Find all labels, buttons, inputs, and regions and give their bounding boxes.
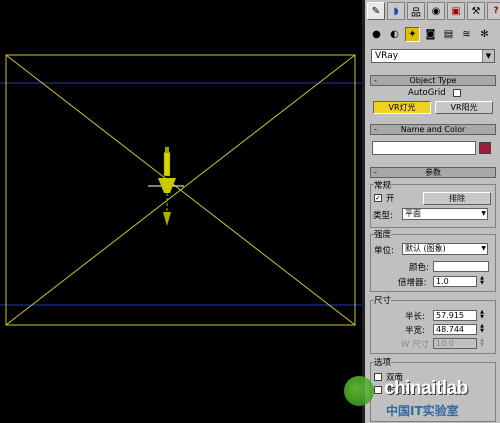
motion-icon: ◉: [431, 5, 441, 17]
half-length-spinner[interactable]: ▲ ▼: [479, 310, 485, 321]
gizmo-cap: [165, 147, 169, 153]
spacewarp-icon: ≋: [462, 29, 471, 40]
command-panel-tabs: ✎ ◗ 品 ◉ ▣ ⚒ ?: [367, 2, 500, 22]
w-size-field: 10.0: [433, 338, 477, 349]
watermark-subtitle: 中国IT实验室: [386, 404, 459, 418]
object-color-swatch[interactable]: [479, 142, 491, 154]
geometry-category[interactable]: ●: [369, 27, 384, 42]
gizmo-body: [163, 151, 171, 177]
parameters-rollout-header[interactable]: - 参数: [370, 167, 496, 178]
camera-icon: ◙: [425, 29, 436, 40]
display-icon: ▣: [451, 5, 461, 17]
utilities-icon: ⚒: [471, 5, 481, 17]
units-value: 默认 (图象): [405, 244, 446, 253]
object-type-rollout-header[interactable]: - Object Type: [370, 75, 496, 86]
half-length-field[interactable]: 57.915: [433, 310, 477, 321]
shapes-icon: ◐: [390, 29, 399, 40]
lights-category[interactable]: ✦: [405, 27, 420, 42]
chevron-down-icon: ▼: [481, 245, 486, 252]
general-group-label: 常规: [374, 179, 392, 191]
type-dropdown[interactable]: 平面 ▼: [402, 208, 488, 220]
help-tab[interactable]: ?: [487, 2, 500, 20]
help-icon: ?: [493, 6, 499, 16]
light-type-dropdown[interactable]: VRay ▼: [371, 49, 495, 63]
object-name-field[interactable]: [372, 141, 476, 155]
motion-tab[interactable]: ◉: [427, 2, 445, 20]
on-checkbox[interactable]: ✓: [374, 194, 382, 202]
viewport-top[interactable]: [0, 0, 362, 423]
vr-light-button[interactable]: VR灯光: [373, 101, 431, 114]
half-width-field[interactable]: 48.744: [433, 324, 477, 335]
utilities-tab[interactable]: ⚒: [467, 2, 485, 20]
chevron-down-icon: ▼: [481, 210, 486, 217]
hierarchy-icon: 品: [411, 7, 421, 19]
hierarchy-tab[interactable]: 品: [407, 2, 425, 20]
create-tab[interactable]: ✎: [367, 2, 385, 20]
watermark: chinaitlab 中国IT实验室: [344, 372, 500, 423]
vr-sun-button[interactable]: VR阳光: [435, 101, 493, 114]
gizmo-arrow: [163, 212, 171, 226]
multiplier-spinner[interactable]: ▲ ▼: [479, 276, 485, 287]
multiplier-label: 倍增器:: [398, 278, 427, 288]
cameras-category[interactable]: ◙: [423, 27, 438, 42]
light-type-value: VRay: [375, 51, 399, 61]
color-label: 颜色:: [409, 263, 429, 273]
half-width-spinner[interactable]: ▲ ▼: [479, 324, 485, 335]
light-icon: ✦: [408, 29, 417, 40]
autogrid-checkbox[interactable]: [453, 89, 461, 97]
units-dropdown[interactable]: 默认 (图象) ▼: [402, 243, 488, 255]
multiplier-field[interactable]: 1.0: [433, 276, 477, 287]
geometry-icon: ●: [372, 29, 381, 40]
type-value: 平面: [405, 209, 421, 218]
rollout-collapse-sign: -: [374, 76, 377, 85]
watermark-brand: chinaitlab: [384, 378, 468, 399]
helper-icon: ▤: [443, 29, 454, 40]
modify-icon: ◗: [393, 5, 399, 17]
light-color-swatch[interactable]: [433, 261, 489, 272]
chinaitlab-logo-icon: [344, 376, 374, 406]
create-icon: ✎: [371, 5, 381, 17]
object-type-title: Object Type: [409, 76, 457, 85]
half-width-label: 半宽:: [405, 326, 425, 336]
w-size-label: W 尺寸: [401, 340, 430, 350]
command-panel: ✎ ◗ 品 ◉ ▣ ⚒ ? ● ◐ ✦ ◙ ▤ ≋ ✻ VRay ▼ - Obj…: [365, 0, 500, 423]
intensity-group-label: 强度: [374, 228, 392, 240]
parameters-title: 参数: [425, 168, 441, 177]
name-color-rollout-header[interactable]: - Name and Color: [370, 124, 496, 135]
modify-tab[interactable]: ◗: [387, 2, 405, 20]
autogrid-label: AutoGrid: [408, 88, 446, 98]
type-label: 类型:: [373, 211, 393, 221]
systems-icon: ✻: [480, 29, 489, 40]
display-tab[interactable]: ▣: [447, 2, 465, 20]
rollout-collapse-sign: -: [374, 125, 377, 134]
chevron-down-icon: ▼: [482, 50, 494, 62]
half-length-label: 半长:: [405, 312, 425, 322]
create-category-row: ● ◐ ✦ ◙ ▤ ≋ ✻: [369, 27, 492, 42]
helpers-category[interactable]: ▤: [441, 27, 456, 42]
vray-light-gizmo[interactable]: [148, 147, 184, 226]
viewport-canvas[interactable]: [0, 0, 362, 423]
spacewarps-category[interactable]: ≋: [459, 27, 474, 42]
w-size-spinner: ▲ ▼: [480, 337, 484, 348]
on-label: 开: [386, 194, 395, 204]
units-label: 单位:: [374, 246, 394, 256]
options-group-label: 选项: [374, 356, 392, 368]
rollout-collapse-sign: -: [374, 168, 377, 177]
size-group-label: 尺寸: [374, 294, 392, 306]
exclude-button[interactable]: 排除: [423, 192, 491, 205]
shapes-category[interactable]: ◐: [387, 27, 402, 42]
systems-category[interactable]: ✻: [477, 27, 492, 42]
name-color-title: Name and Color: [400, 125, 466, 134]
